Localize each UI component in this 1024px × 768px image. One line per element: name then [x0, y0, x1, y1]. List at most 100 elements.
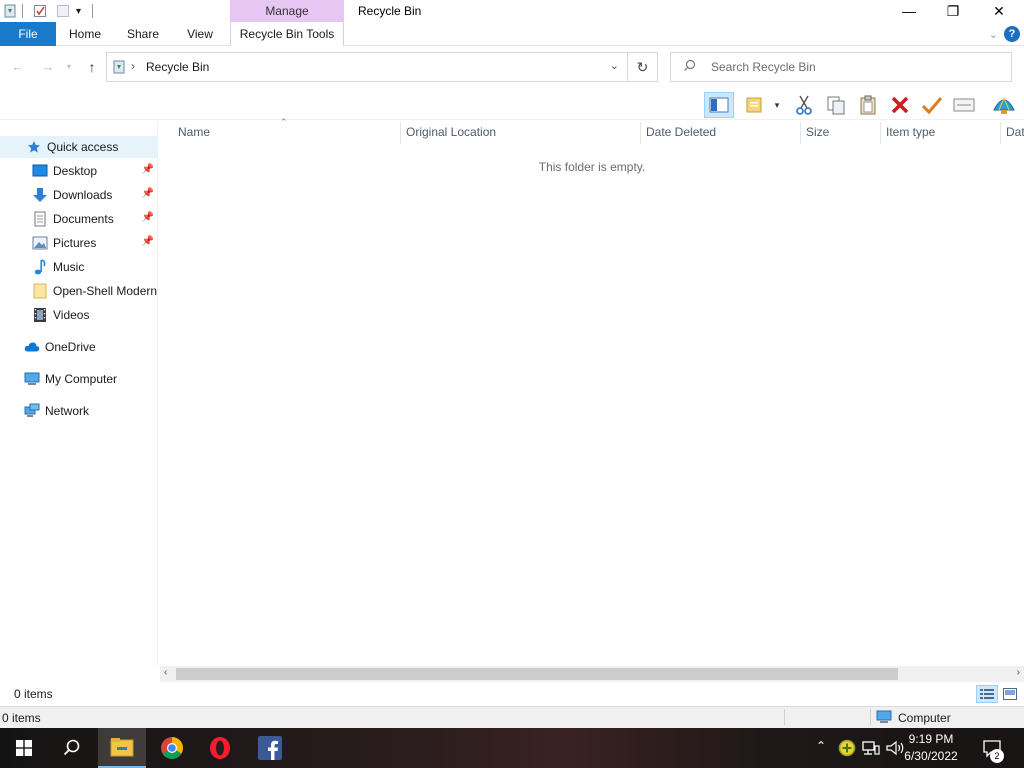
open-shell-shell-icon[interactable]: [990, 92, 1018, 118]
opera-icon[interactable]: [196, 728, 244, 768]
nav-item-documents[interactable]: Documents 📌: [0, 208, 158, 230]
pin-icon: 📌: [141, 164, 154, 175]
title-bar: ▾ Manage Recycle Bin — ❐ ✕: [0, 0, 1024, 22]
qat-dropdown-icon[interactable]: ▾: [76, 3, 81, 19]
nav-quick-access[interactable]: Quick access: [0, 136, 158, 158]
tab-share[interactable]: Share: [120, 22, 166, 46]
up-arrow-icon[interactable]: ↑: [82, 58, 102, 76]
nav-onedrive[interactable]: OneDrive: [0, 336, 158, 358]
copy-icon[interactable]: [822, 92, 850, 118]
nav-item-open-shell-modern[interactable]: Open-Shell Modern: [0, 280, 158, 302]
column-header-original-location[interactable]: Original Location: [400, 120, 640, 144]
scrollbar-thumb[interactable]: [176, 668, 898, 680]
clock-time: 9:19 PM: [908, 732, 954, 746]
email-icon[interactable]: [950, 92, 978, 118]
breadcrumb-recycle-bin[interactable]: Recycle Bin: [146, 60, 209, 74]
nav-item-videos[interactable]: Videos: [0, 304, 158, 326]
pin-icon: 📌: [141, 236, 154, 247]
bottom-status-bar: 0 items Computer: [0, 706, 1024, 728]
classic-toolbar: ▾: [0, 88, 1024, 120]
properties-icon[interactable]: [33, 3, 47, 19]
pin-icon: 📌: [141, 212, 154, 223]
forward-arrow-icon[interactable]: →: [38, 58, 58, 76]
clock-date: 6/30/2022: [904, 749, 958, 763]
nav-item-label: Pictures: [53, 236, 97, 250]
tab-view[interactable]: View: [178, 22, 222, 46]
cloud-icon: [24, 339, 40, 355]
bottom-items-count: 0 items: [2, 711, 41, 725]
ribbon-right-controls: ⌄ ?: [989, 22, 1024, 46]
column-header-date-deleted[interactable]: Date Deleted: [640, 120, 800, 144]
download-arrow-icon: [32, 187, 48, 203]
back-arrow-icon[interactable]: ←: [8, 58, 28, 76]
taskbar: ⌃ 9:19 PM 6/30/2022 2: [0, 728, 1024, 768]
close-button[interactable]: ✕: [976, 0, 1022, 22]
network-icon: [24, 403, 40, 419]
scroll-left-arrow-icon[interactable]: ‹: [164, 667, 167, 678]
folder-icon: [32, 283, 48, 299]
new-folder-icon[interactable]: [56, 3, 70, 19]
column-headers: ⌃ Name Original Location Date Deleted Si…: [160, 117, 1024, 144]
scroll-right-arrow-icon[interactable]: ›: [1017, 667, 1020, 678]
system-clock[interactable]: 9:19 PM 6/30/2022: [896, 731, 966, 765]
nav-my-computer[interactable]: My Computer: [0, 368, 158, 390]
tab-file[interactable]: File: [0, 22, 56, 46]
expand-ribbon-chevron-icon[interactable]: ⌄: [989, 28, 998, 41]
facebook-icon[interactable]: [246, 728, 294, 768]
address-bar[interactable]: › Recycle Bin ⌄: [106, 52, 628, 82]
recycle-bin-app-icon[interactable]: [3, 3, 17, 19]
nav-item-music[interactable]: Music: [0, 256, 158, 278]
pictures-icon: [32, 235, 48, 251]
column-header-item-type[interactable]: Item type: [880, 120, 1000, 144]
manage-context-tab[interactable]: Manage: [230, 0, 344, 22]
nav-item-downloads[interactable]: Downloads 📌: [0, 184, 158, 206]
taskbar-search-icon[interactable]: [48, 728, 96, 768]
nav-item-label: Desktop: [53, 164, 98, 178]
cut-icon[interactable]: [790, 92, 818, 118]
column-header-name[interactable]: Name: [172, 120, 400, 144]
search-box[interactable]: Search Recycle Bin: [670, 52, 1012, 82]
minimize-button[interactable]: —: [886, 0, 932, 22]
nav-quick-access-label: Quick access: [47, 140, 119, 154]
nav-item-label: Open-Shell Modern: [53, 284, 158, 298]
properties-check-icon[interactable]: [918, 92, 946, 118]
details-view-icon[interactable]: [976, 685, 998, 703]
nav-item-label: Documents: [53, 212, 114, 226]
view-options-dropdown-icon[interactable]: ▾: [770, 92, 784, 118]
notification-badge: 2: [990, 749, 1004, 763]
large-icons-view-icon[interactable]: [1000, 685, 1020, 703]
tab-home[interactable]: Home: [62, 22, 108, 46]
paste-icon[interactable]: [854, 92, 882, 118]
nav-item-desktop[interactable]: Desktop 📌: [0, 160, 158, 182]
nav-item-pictures[interactable]: Pictures 📌: [0, 232, 158, 254]
chrome-icon[interactable]: [148, 728, 196, 768]
show-hidden-icons-chevron-icon[interactable]: ⌃: [816, 739, 826, 753]
navigation-pane-toggle-icon[interactable]: [704, 92, 734, 118]
tab-recycle-bin-tools[interactable]: Recycle Bin Tools: [230, 22, 344, 46]
nav-my-computer-label: My Computer: [45, 372, 118, 386]
column-header-date[interactable]: Dat: [1000, 120, 1024, 144]
breadcrumb-separator[interactable]: ›: [131, 59, 135, 73]
status-bar: 0 items: [0, 682, 1024, 706]
file-list[interactable]: ⌃ Name Original Location Date Deleted Si…: [160, 117, 1024, 666]
search-icon: [683, 59, 696, 75]
file-explorer-taskbar-icon[interactable]: [98, 728, 146, 768]
nav-onedrive-label: OneDrive: [45, 340, 96, 354]
tray-plus-icon[interactable]: [838, 739, 856, 760]
recent-locations-chevron-icon[interactable]: ▾: [62, 58, 76, 76]
search-input[interactable]: Search Recycle Bin: [711, 60, 816, 74]
help-icon[interactable]: ?: [1004, 26, 1020, 42]
start-windows-icon[interactable]: [0, 728, 48, 768]
nav-network[interactable]: Network: [0, 400, 158, 422]
computer-zone-icon: [876, 710, 892, 727]
maximize-button[interactable]: ❐: [930, 0, 976, 22]
network-tray-icon[interactable]: [862, 740, 880, 759]
horizontal-scrollbar[interactable]: ‹ ›: [160, 666, 1024, 682]
column-header-size[interactable]: Size: [800, 120, 880, 144]
delete-icon[interactable]: [886, 92, 914, 118]
address-dropdown-chevron-icon[interactable]: ⌄: [610, 59, 619, 72]
refresh-button[interactable]: ↻: [628, 52, 658, 82]
view-options-icon[interactable]: [742, 92, 770, 118]
nav-network-label: Network: [45, 404, 90, 418]
address-row: ← → ▾ ↑ › Recycle Bin ⌄ ↻ Search Recycle…: [0, 50, 1024, 84]
